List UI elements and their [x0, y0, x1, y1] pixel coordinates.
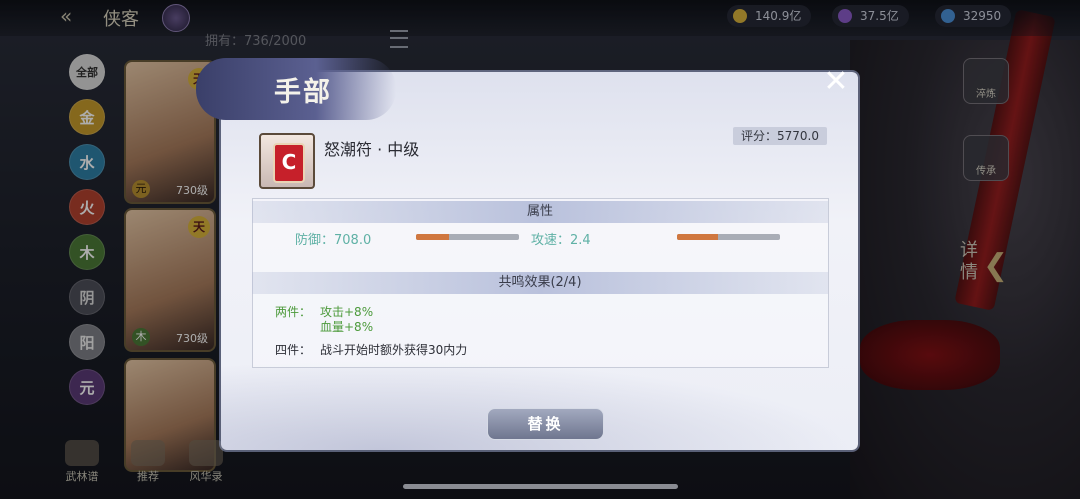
item-name: 怒潮符 · 中级 [324, 140, 420, 159]
score-badge: 评分：5770.0 [733, 127, 827, 145]
replace-button[interactable]: 替换 [487, 408, 604, 440]
resonance-tier-4: 四件： [275, 343, 312, 357]
attack-speed-bar-fill [677, 234, 719, 240]
attack-speed-bar [677, 234, 780, 240]
close-icon[interactable]: ✕ [821, 67, 851, 97]
resonance-tier-2: 两件： [275, 305, 312, 319]
attributes-header: 属性 [252, 201, 828, 223]
dialog-title: 手部 [274, 77, 332, 108]
defense-bar [416, 234, 519, 240]
attribute-defense: 防御：708.0 [295, 233, 372, 248]
home-indicator[interactable] [403, 484, 678, 489]
scroll-icon: C [273, 143, 305, 183]
resonance-effect: 血量+8% [320, 320, 374, 334]
defense-bar-fill [416, 234, 449, 240]
item-icon-frame[interactable]: C [259, 133, 315, 189]
resonance-effect: 战斗开始时额外获得30内力 [320, 343, 468, 357]
attribute-attack-speed: 攻速：2.4 [531, 233, 591, 248]
resonance-header: 共鸣效果(2/4) [252, 272, 828, 294]
